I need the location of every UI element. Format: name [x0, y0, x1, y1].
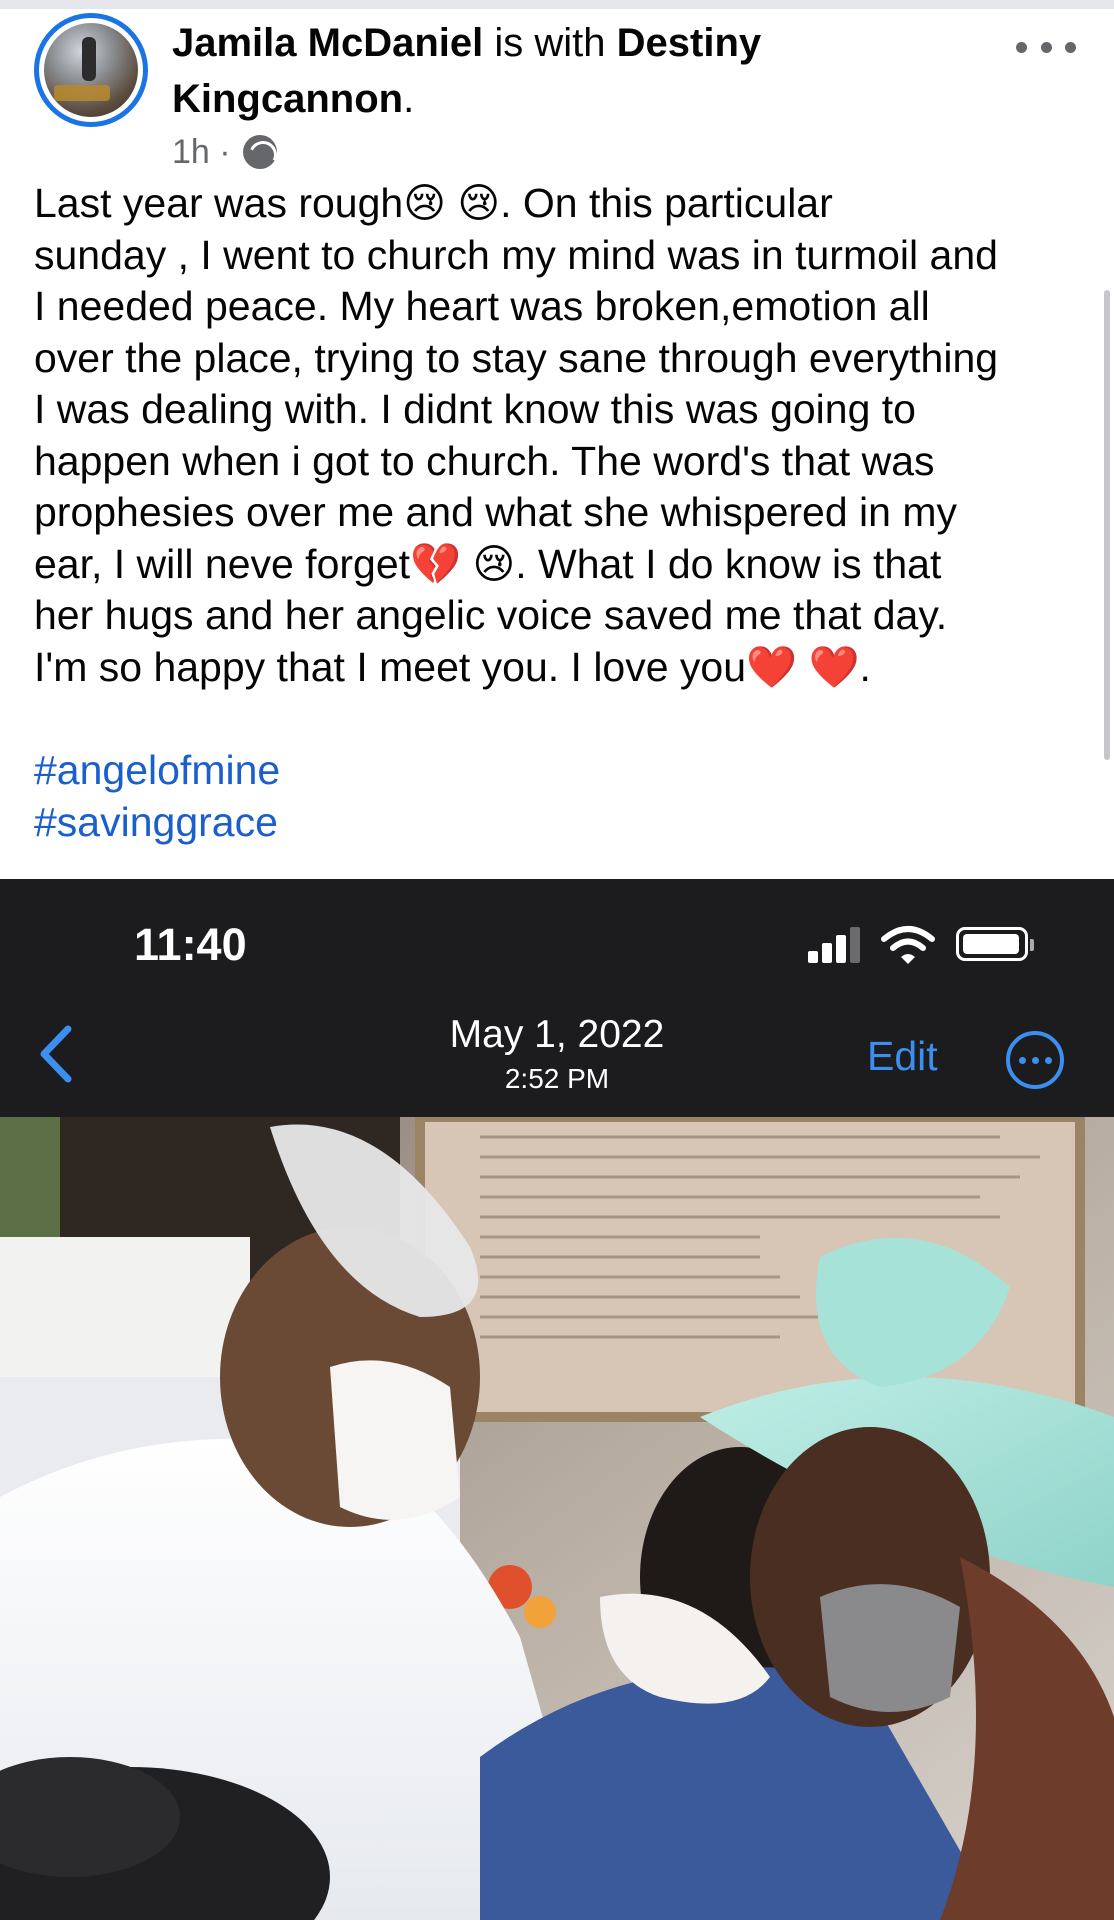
author-line: Jamila McDaniel is with Destiny Kingcann…	[172, 15, 992, 127]
photo-time: 2:52 PM	[504, 1063, 610, 1094]
top-divider	[0, 0, 1114, 9]
avatar-image	[44, 23, 138, 117]
post-meta: 1h ·	[172, 130, 277, 174]
edit-button[interactable]: Edit	[867, 1033, 938, 1080]
author-name[interactable]: Jamila McDaniel	[172, 21, 483, 65]
post-header: Jamila McDaniel is with Destiny Kingcann…	[0, 9, 1114, 171]
author-period: .	[403, 77, 415, 121]
globe-icon	[242, 135, 277, 169]
photo-illustration	[0, 1117, 1114, 1920]
more-horizontal-icon[interactable]	[1016, 27, 1076, 67]
embedded-screenshot[interactable]: 11:40 May 1, 2022 2:52 PM Edit	[0, 879, 1114, 1920]
post-time[interactable]: 1h ·	[172, 133, 231, 172]
hashtag-link[interactable]: #savinggrace	[34, 797, 634, 849]
post-body: Last year was rough😢 😢. On this particul…	[34, 180, 999, 690]
church-photo	[0, 1117, 1114, 1920]
scrollbar[interactable]	[1104, 290, 1110, 760]
app-root: Jamila McDaniel is with Destiny Kingcann…	[0, 0, 1114, 1920]
wifi-icon	[881, 926, 935, 964]
with-text: is with	[494, 21, 606, 65]
author-avatar[interactable]	[34, 13, 148, 127]
status-bar: 11:40	[0, 879, 1114, 999]
signal-icon	[808, 927, 864, 963]
hashtag-link[interactable]: #angelofmine	[34, 745, 634, 797]
hashtags: #angelofmine #savinggrace	[34, 745, 634, 848]
more-circle-icon[interactable]	[1006, 1031, 1064, 1089]
status-time: 11:40	[134, 919, 247, 970]
photo-nav-bar: May 1, 2022 2:52 PM Edit	[0, 999, 1114, 1117]
photo-date: May 1, 2022	[449, 1013, 665, 1056]
battery-icon	[956, 927, 1034, 961]
